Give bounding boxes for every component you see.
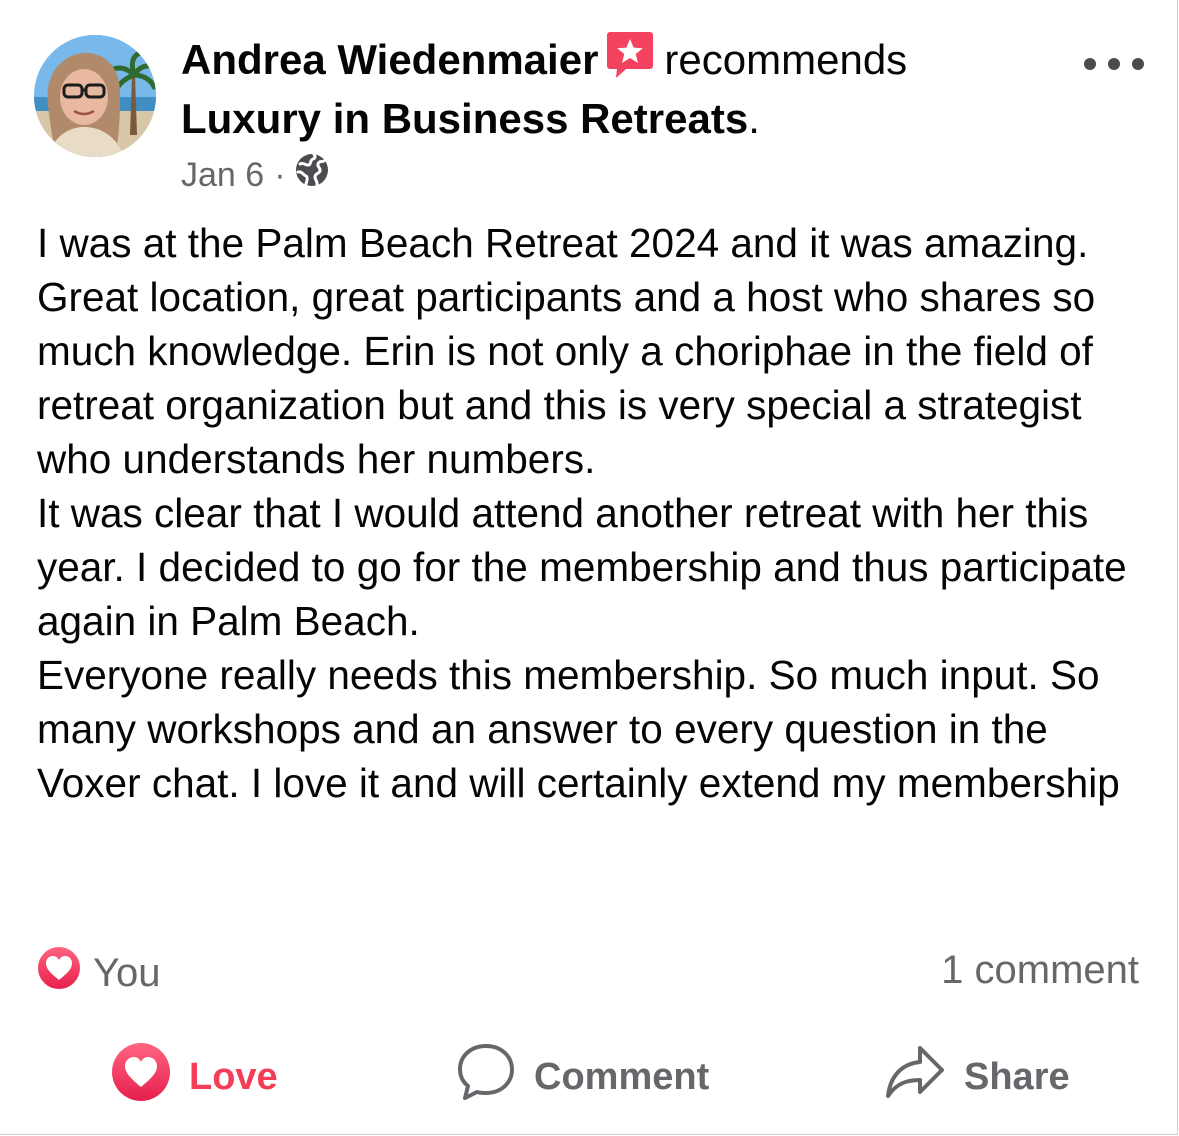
reactions-summary[interactable]: You bbox=[35, 944, 161, 1002]
globe-icon bbox=[294, 152, 330, 198]
recommendation-star-icon bbox=[606, 30, 654, 95]
page-suffix: . bbox=[748, 95, 760, 142]
recommends-text: recommends bbox=[664, 36, 908, 83]
post-paragraph: It was clear that I would attend another… bbox=[37, 490, 1127, 644]
comment-label: Comment bbox=[534, 1055, 710, 1098]
share-label: Share bbox=[964, 1055, 1070, 1098]
action-bar: Love Comment Share bbox=[0, 1040, 1179, 1114]
avatar[interactable] bbox=[34, 35, 156, 157]
post-header: Andrea Wiedenmaier recommends bbox=[181, 30, 1061, 95]
more-dot bbox=[1084, 58, 1096, 70]
post-paragraph: Everyone really needs this membership. S… bbox=[37, 652, 1120, 806]
comment-button[interactable]: Comment bbox=[456, 1040, 709, 1114]
meta-separator: · bbox=[274, 156, 286, 194]
more-options-icon[interactable] bbox=[1084, 50, 1144, 78]
recommended-page: Luxury in Business Retreats. bbox=[181, 90, 760, 148]
more-dot bbox=[1132, 58, 1144, 70]
love-button[interactable]: Love bbox=[111, 1040, 278, 1114]
share-icon bbox=[884, 1042, 946, 1112]
post-date[interactable]: Jan 6 bbox=[181, 154, 264, 196]
share-button[interactable]: Share bbox=[884, 1040, 1070, 1114]
love-reaction-icon bbox=[35, 944, 83, 1002]
post-body: I was at the Palm Beach Retreat 2024 and… bbox=[37, 216, 1147, 810]
reactor-name[interactable]: You bbox=[93, 951, 161, 996]
more-dot bbox=[1108, 58, 1120, 70]
comments-count[interactable]: 1 comment bbox=[941, 944, 1139, 996]
author-name[interactable]: Andrea Wiedenmaier bbox=[181, 36, 598, 83]
page-name-link[interactable]: Luxury in Business Retreats bbox=[181, 95, 748, 142]
post-meta: Jan 6 · bbox=[181, 152, 330, 198]
love-icon bbox=[111, 1042, 171, 1112]
comment-icon bbox=[456, 1042, 516, 1112]
post-paragraph: I was at the Palm Beach Retreat 2024 and… bbox=[37, 220, 1096, 482]
avatar-photo bbox=[34, 35, 156, 157]
love-label: Love bbox=[189, 1055, 278, 1098]
